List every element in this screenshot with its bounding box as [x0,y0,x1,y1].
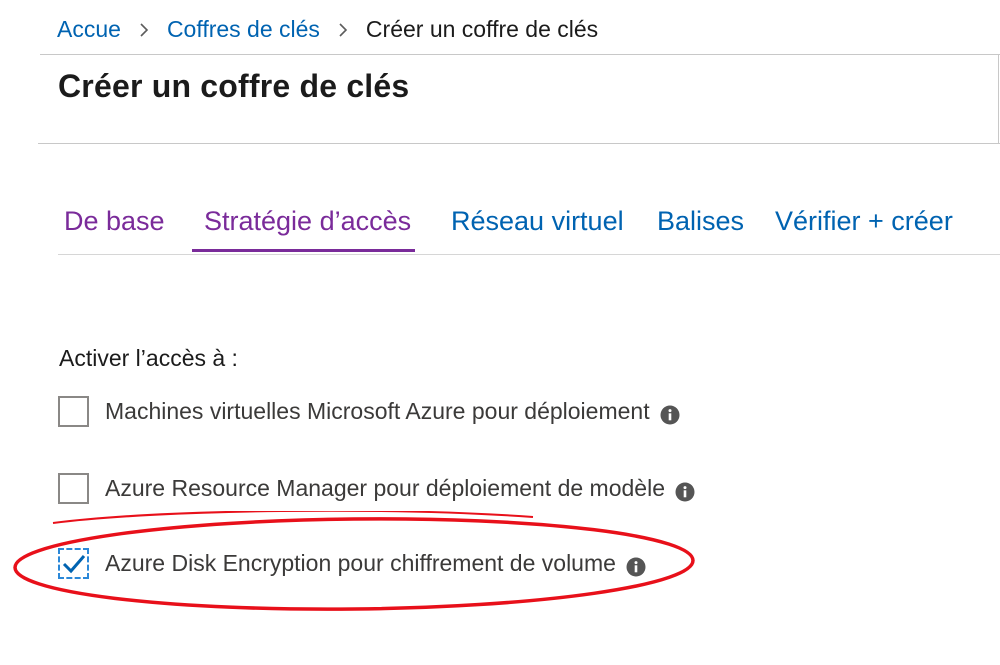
option-arm-template[interactable]: Azure Resource Manager pour déploiement … [58,473,695,504]
chevron-right-icon [137,12,151,46]
info-icon[interactable] [660,405,680,425]
panel-edge [998,54,999,144]
vm-deployment-checkbox[interactable] [58,396,89,427]
tab-virtual-network[interactable]: Réseau virtuel [451,206,624,237]
page-title: Créer un coffre de clés [58,68,410,104]
highlight-ellipse-annotation [13,511,695,611]
chevron-right-icon [336,12,350,46]
breadcrumb-home-link[interactable]: Accue [57,16,121,43]
breadcrumb-current: Créer un coffre de clés [365,15,599,42]
active-tab-indicator [192,249,415,252]
title-divider [38,143,1000,144]
header-divider [40,54,1000,55]
breadcrumb-key-vaults-link[interactable]: Coffres de clés [167,16,320,43]
tab-review-create[interactable]: Vérifier + créer [775,206,953,237]
arm-template-label: Azure Resource Manager pour déploiement … [105,475,665,501]
breadcrumb: Accue Coffres de clés Créer un coffre de… [57,12,598,46]
tab-access-policy[interactable]: Stratégie d’accès [204,206,411,237]
arm-template-checkbox[interactable] [58,473,89,504]
vm-deployment-label: Machines virtuelles Microsoft Azure pour… [105,398,650,424]
option-vm-deployment[interactable]: Machines virtuelles Microsoft Azure pour… [58,396,680,427]
tab-basics[interactable]: De base [64,206,165,237]
info-icon[interactable] [675,482,695,502]
enable-access-label: Activer l’accès à : [59,345,238,371]
tab-bar: De base Stratégie d’accès Réseau virtuel… [58,200,1000,255]
tab-tags[interactable]: Balises [657,206,744,237]
